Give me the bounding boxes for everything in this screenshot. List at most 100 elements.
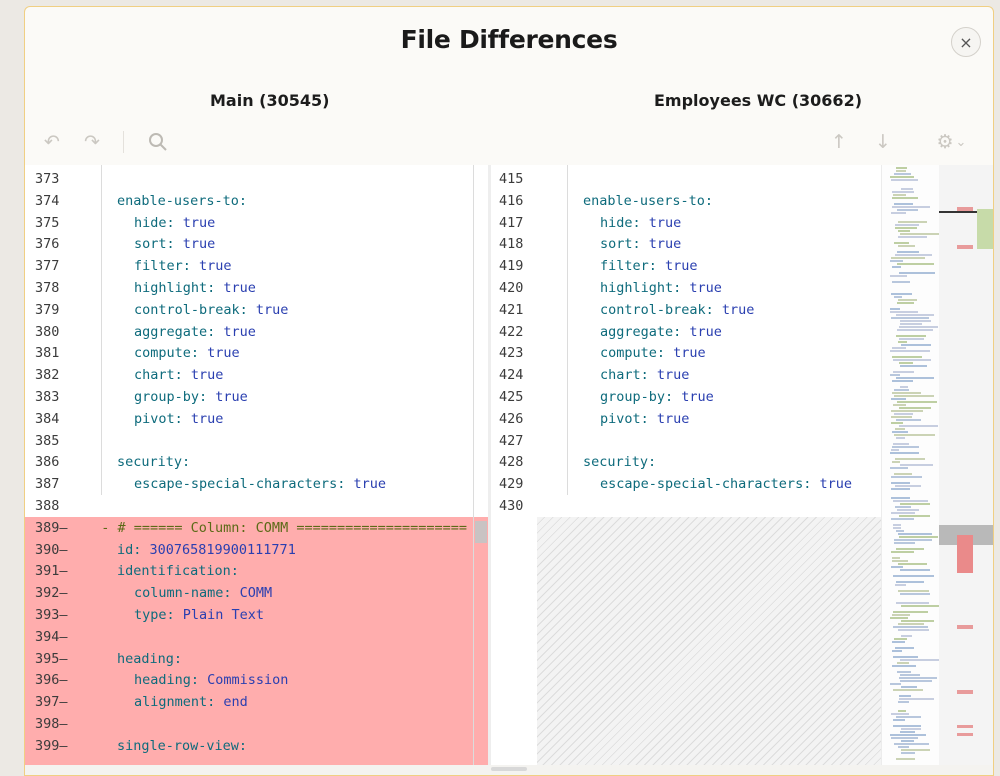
minimap-line [892,641,905,643]
minimap-line [900,569,930,571]
minimap[interactable] [881,165,940,765]
resize-grip[interactable] [491,767,527,771]
minimap-line [901,752,915,754]
minimap-line [898,221,927,223]
line-code: aggregate: true [134,322,256,344]
minimap-line [892,557,900,559]
minimap-line [894,413,913,415]
minimap-line [897,302,914,304]
file-differences-dialog: File Differences × Main (30545) Employee… [24,6,994,776]
line-number: 387 [35,476,60,493]
line-number: 381 [35,345,60,362]
minimap-line [899,272,935,274]
minimap-line [899,326,938,328]
code-key: enable-users-to: [583,192,714,209]
line-code: identification: [117,561,239,583]
line-number: 382 [35,367,60,384]
close-button[interactable]: × [951,27,981,57]
minimap-line [890,311,918,313]
right-code-pane[interactable]: 415 416 enable-users-to: 417 hide: true 418 so… [491,165,881,765]
minimap-line [898,341,907,343]
code-value: true [648,410,690,427]
code-value: Commission [199,672,289,689]
overview-ruler[interactable] [939,165,993,765]
code-line: 386 security: [25,452,488,474]
code-value: true [681,323,722,340]
minimap-line [896,530,904,532]
minimap-line [901,188,913,190]
minimap-line [901,344,931,346]
minimap-line [898,563,927,565]
code-line: 424 chart: true [491,365,881,387]
line-number: 390— [35,541,68,558]
minimap-line [899,407,931,409]
minimap-line [891,518,914,520]
code-value: true [681,280,722,296]
minimap-line [898,629,929,631]
minimap-line [901,635,912,637]
line-number: 395— [35,650,68,667]
minimap-line [891,497,910,499]
line-code: group-by: true [134,387,248,409]
left-code-pane[interactable]: 373 374 enable-users-to: 375 hide: true 376 so… [25,165,488,765]
line-code: filter: true [134,256,232,278]
minimap-line [894,389,909,391]
minimap-line [891,488,910,490]
code-line: 378 highlight: true [25,278,488,300]
settings-icon[interactable]: ⚙ [935,129,955,155]
code-key: heading: [117,650,183,667]
line-code: compute: true [134,343,240,365]
minimap-line [891,179,918,181]
code-line: 425 group-by: true [491,387,881,409]
minimap-line [901,605,939,607]
code-value: COMM [231,585,273,602]
minimap-line [895,428,905,430]
undo-icon[interactable]: ↶ [39,129,65,155]
code-line: 376 sort: true [25,234,488,256]
code-value: true [207,389,248,405]
minimap-line [894,743,929,745]
minimap-line [898,623,924,625]
line-number: 424 [499,367,524,384]
line-number: 374 [35,192,60,209]
code-line: 389— - # ====== Column: COMM ===========… [25,518,488,540]
search-icon[interactable] [145,129,171,155]
minimap-line [892,380,913,382]
minimap-line [898,230,910,232]
minimap-line [900,680,932,682]
code-key: group-by: [600,389,674,405]
line-number: 386 [35,454,60,471]
minimap-line [891,416,912,418]
code-value: true [640,236,682,253]
minimap-line [897,263,934,265]
diff-toolbar: ↶ ↷ ↑ ↓ ⚙ ⌄ [25,119,993,165]
line-code: heading: Commission [134,670,288,692]
line-number: 428 [499,454,524,471]
chevron-down-icon[interactable]: ⌄ [955,129,967,155]
code-value: true [345,476,386,493]
previous-difference-icon[interactable]: ↑ [826,129,852,155]
minimap-line [898,746,909,748]
next-difference-icon[interactable]: ↓ [870,129,896,155]
minimap-line [892,347,906,349]
line-code: pivot: true [600,409,689,431]
code-line: 396— heading: Commission [25,670,488,692]
line-number: 416 [499,192,524,209]
code-line: 383 group-by: true [25,387,488,409]
code-line: 419 filter: true [491,256,881,278]
code-line: 387 escape-special-characters: true [25,474,488,496]
minimap-line [900,233,940,235]
line-code: filter: true [600,256,698,278]
code-key: compute: [600,345,666,362]
code-line: 430 [491,496,881,518]
minimap-line [894,203,913,205]
minimap-line [893,656,918,658]
minimap-line [896,314,934,316]
redo-icon[interactable]: ↷ [79,129,105,155]
line-number: 379 [35,301,60,318]
minimap-line [892,281,910,283]
code-key: pivot: [134,410,183,427]
code-key: sort: [600,236,641,253]
line-number: 419 [499,258,524,275]
minimap-line [897,329,933,331]
